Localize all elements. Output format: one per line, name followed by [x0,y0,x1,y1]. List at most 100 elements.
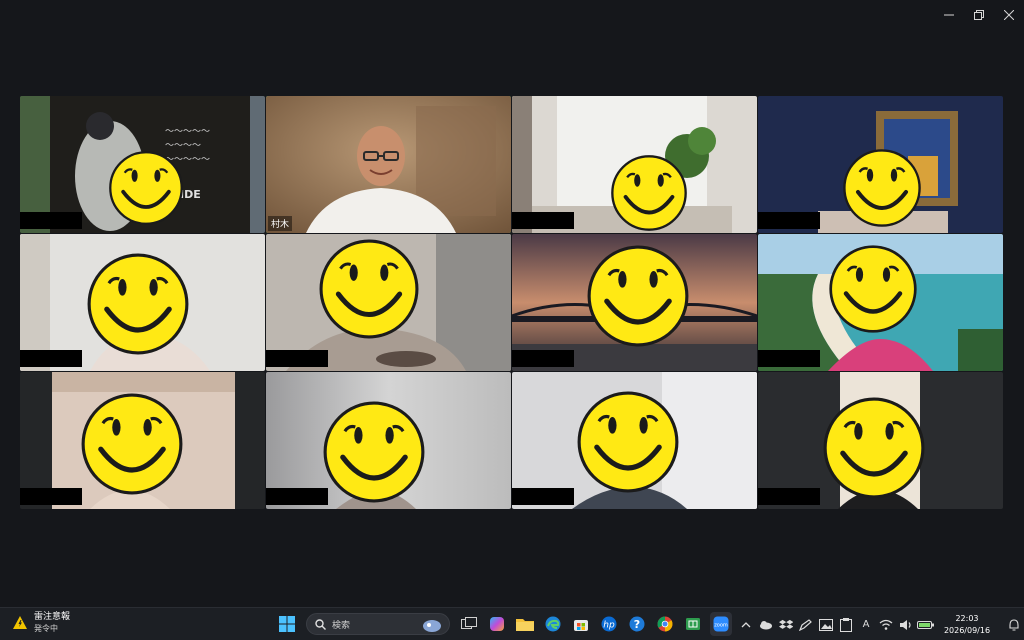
name-mask [512,350,574,367]
restore-button[interactable] [964,0,994,30]
smiley-face-icon [81,393,183,495]
name-mask [758,212,820,229]
smiley-face-icon [323,401,425,503]
weather-warning-icon [13,616,27,629]
svg-text:?: ? [634,618,640,631]
wifi-tray-button[interactable] [876,615,896,635]
search-icon [315,618,326,630]
copilot-icon [490,617,504,631]
smiley-face-icon [577,391,679,493]
host-video [266,96,511,233]
task-view-icon [461,617,477,629]
minimize-icon [944,14,954,16]
chrome-icon [657,616,673,632]
participant-tile[interactable] [512,96,757,233]
name-mask [266,488,328,505]
pen-tray-button[interactable] [796,615,816,635]
task-view-button[interactable] [458,612,480,636]
battery-tray-button[interactable] [916,615,936,635]
participant-tile[interactable] [758,372,1003,509]
smiley-face-icon [319,239,419,339]
spreadsheet-icon [686,618,700,630]
hp-logo-icon: hp [601,616,617,632]
cloud-sync-icon [760,620,772,629]
svg-text:hp: hp [603,621,615,631]
clock-time: 22:03 [955,613,979,623]
participant-tile[interactable] [512,372,757,509]
participant-tile[interactable] [758,96,1003,233]
windows-logo-icon [279,616,295,632]
participant-tile[interactable] [20,372,265,509]
video-gallery: 〜〜〜〜〜 〜〜〜〜 〜〜〜〜〜 IDE 村木 [20,96,1003,510]
search-input[interactable]: 検索 [306,613,450,635]
ime-mode-indicator[interactable]: A [856,615,876,635]
smiley-face-icon [109,151,183,225]
pen-icon [799,618,812,631]
store-icon [574,620,588,631]
taskbar: 雷注意報 発令中 検索 hp ? zoom A 22:03 2026/09/16 [0,607,1024,640]
svg-text:zoom: zoom [714,623,728,629]
help-app-button[interactable]: ? [626,612,648,636]
show-hidden-icons-button[interactable] [736,615,756,635]
name-mask [512,488,574,505]
name-mask [758,350,820,367]
smiley-face-icon [611,155,687,231]
spreadsheet-app-button[interactable] [682,612,704,636]
taskbar-app-icons: 検索 hp ? zoom [276,612,732,636]
weather-subtitle: 発令中 [34,624,58,633]
participant-tile[interactable]: 〜〜〜〜〜 〜〜〜〜 〜〜〜〜〜 IDE [20,96,265,233]
start-button[interactable] [276,612,298,636]
system-tray: A 22:03 2026/09/16 [736,608,1024,640]
picture-tray-button[interactable] [816,615,836,635]
weather-title: 雷注意報 [34,612,71,622]
speaker-icon [900,619,911,630]
smiley-face-icon [87,253,189,355]
clipboard-tray-button[interactable] [836,615,856,635]
window-controls [934,0,1024,30]
search-highlight-icon [423,620,441,632]
name-mask [20,212,82,229]
zoom-app-button[interactable]: zoom [710,612,732,636]
name-mask [266,350,328,367]
participant-tile-active-speaker[interactable]: 村木 [266,96,511,233]
edge-browser-button[interactable] [542,612,564,636]
copilot-button[interactable] [486,612,508,636]
participant-tile[interactable] [512,234,757,371]
onedrive-tray-button[interactable] [756,615,776,635]
name-mask [20,350,82,367]
microsoft-store-button[interactable] [570,612,592,636]
volume-tray-button[interactable] [896,615,916,635]
smiley-face-icon [823,397,925,499]
notifications-button[interactable] [1004,615,1024,635]
hp-app-button[interactable]: hp [598,612,620,636]
smiley-face-icon [829,245,917,333]
taskbar-clock[interactable]: 22:03 2026/09/16 [936,613,998,637]
smiley-face-icon [587,245,689,347]
participant-tile[interactable] [266,372,511,509]
chrome-browser-button[interactable] [654,612,676,636]
minimize-button[interactable] [934,0,964,30]
clipboard-icon [840,617,852,632]
name-mask [758,488,820,505]
edge-icon [545,616,561,632]
participant-tile[interactable] [20,234,265,371]
close-button[interactable] [994,0,1024,30]
clock-date: 2026/09/16 [943,625,991,635]
image-icon [819,618,833,631]
folder-icon [516,619,534,631]
dropbox-tray-button[interactable] [776,615,796,635]
name-mask [20,488,82,505]
help-icon: ? [629,616,645,632]
battery-icon [917,620,934,629]
search-placeholder: 検索 [332,620,351,631]
file-explorer-button[interactable] [514,612,536,636]
zoom-icon: zoom [713,616,729,632]
close-icon [1004,10,1014,20]
chevron-up-icon [741,621,751,627]
participant-tile[interactable] [758,234,1003,371]
participant-name-label: 村木 [268,216,293,231]
restore-icon [974,10,984,20]
notification-bell-icon [1009,618,1019,630]
participant-tile[interactable] [266,234,511,371]
weather-widget[interactable]: 雷注意報 発令中 [12,612,70,634]
